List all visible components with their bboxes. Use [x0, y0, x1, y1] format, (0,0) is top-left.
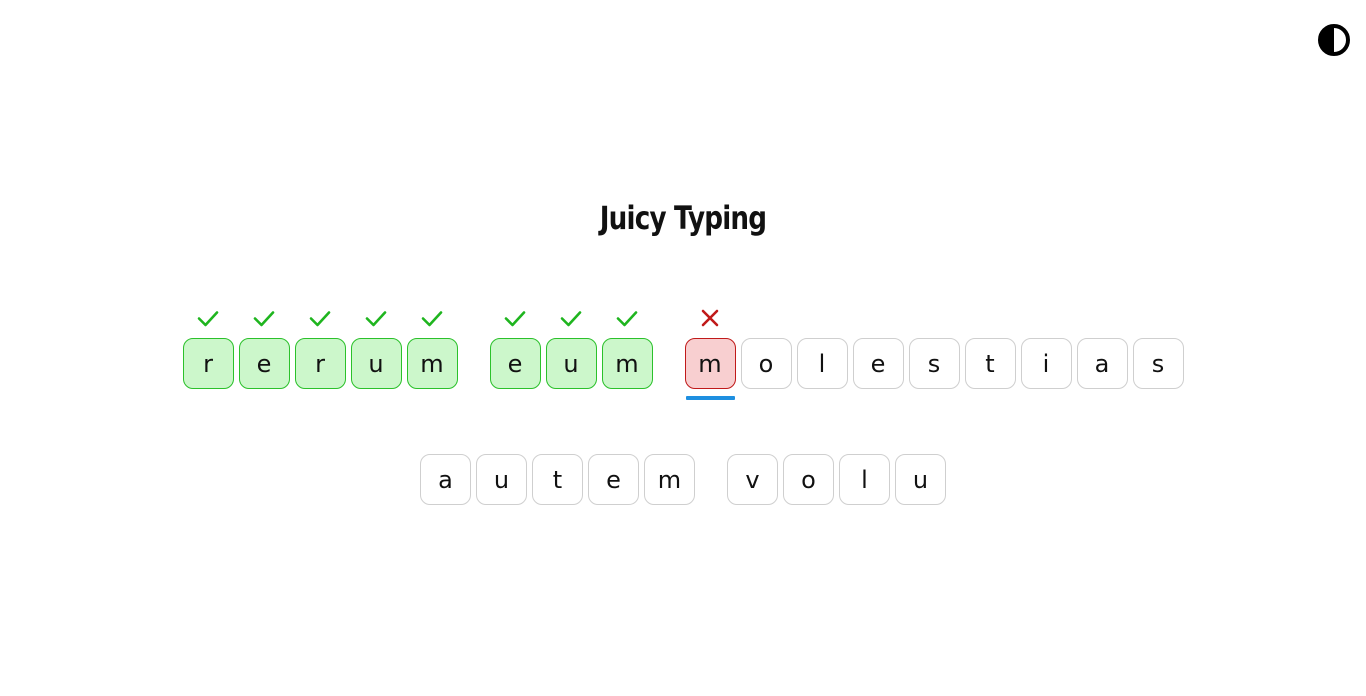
page-title: Juicy Typing — [599, 199, 767, 237]
word: rerum — [182, 311, 458, 389]
check-icon — [503, 306, 527, 330]
letter-tile-wrong: m — [684, 309, 736, 400]
letter-char: s — [1151, 349, 1165, 378]
letter-char: m — [698, 349, 722, 378]
letter-char: u — [493, 465, 510, 494]
letter-char: u — [368, 349, 384, 378]
word: eum — [489, 311, 653, 389]
word: molestias — [684, 309, 1184, 400]
contrast-icon — [1317, 23, 1351, 57]
letter-char: v — [745, 465, 760, 494]
letter-char: e — [606, 465, 621, 494]
letter-tile-correct: r — [294, 311, 346, 389]
letter-tile-correct: e — [489, 311, 541, 389]
letter-tile-pending: o — [783, 454, 834, 505]
letter-tile-pending: s — [908, 338, 960, 389]
letter-tile-correct: e — [238, 311, 290, 389]
letter-tile-pending: s — [1132, 338, 1184, 389]
check-icon — [308, 306, 332, 330]
letter-tile-pending: a — [420, 454, 471, 505]
letter-char: e — [256, 349, 272, 378]
letter-tile-pending: u — [476, 454, 527, 505]
letter-char: u — [563, 349, 579, 378]
letter-char: a — [438, 465, 453, 494]
letter-char: t — [552, 465, 563, 494]
letter-tile-pending: a — [1076, 338, 1128, 389]
letter-tile-pending: t — [532, 454, 583, 505]
letter-tile-pending: v — [727, 454, 778, 505]
letter-char: m — [615, 349, 639, 378]
letter-tile-correct: m — [601, 311, 653, 389]
letter-char: l — [861, 465, 868, 494]
check-icon — [420, 306, 444, 330]
letter-tile-pending: l — [839, 454, 890, 505]
letter-char: o — [758, 349, 774, 378]
letter-char: e — [870, 349, 886, 378]
word: volu — [727, 454, 946, 505]
letter-char: m — [657, 465, 682, 494]
cross-icon — [698, 306, 722, 330]
letter-tile-correct: u — [545, 311, 597, 389]
letter-tile-correct: r — [182, 311, 234, 389]
letter-char: e — [507, 349, 523, 378]
letter-char: o — [801, 465, 816, 494]
letter-tile-pending: i — [1020, 338, 1072, 389]
check-icon — [615, 306, 639, 330]
letter-char: a — [1094, 349, 1110, 378]
letter-char: t — [985, 349, 995, 378]
theme-toggle-button[interactable] — [1317, 23, 1351, 57]
letter-char: m — [420, 349, 444, 378]
letter-char: l — [818, 349, 826, 378]
check-icon — [252, 306, 276, 330]
letter-tile-pending: u — [895, 454, 946, 505]
letter-tile-pending: m — [644, 454, 695, 505]
letter-tile-pending: o — [740, 338, 792, 389]
word: autem — [420, 454, 695, 505]
letter-tile-pending: e — [588, 454, 639, 505]
letter-tile-pending: t — [964, 338, 1016, 389]
typing-page: Juicy Typing r e r u m e u m m o l e s t i a s a u t e m v o l u — [0, 0, 1366, 696]
letter-tile-pending: e — [852, 338, 904, 389]
text-line-1: rerumeummolestias — [0, 309, 1366, 400]
typing-cursor — [685, 396, 735, 400]
letter-char: i — [1042, 349, 1050, 378]
letter-char: u — [912, 465, 929, 494]
letter-char: r — [315, 349, 325, 378]
letter-char: r — [203, 349, 213, 378]
check-icon — [196, 306, 220, 330]
letter-tile-correct: u — [350, 311, 402, 389]
letter-tile-pending: l — [796, 338, 848, 389]
letter-tile-correct: m — [406, 311, 458, 389]
check-icon — [364, 306, 388, 330]
check-icon — [559, 306, 583, 330]
text-line-2: autemvolu — [0, 454, 1366, 505]
letter-char: s — [927, 349, 941, 378]
